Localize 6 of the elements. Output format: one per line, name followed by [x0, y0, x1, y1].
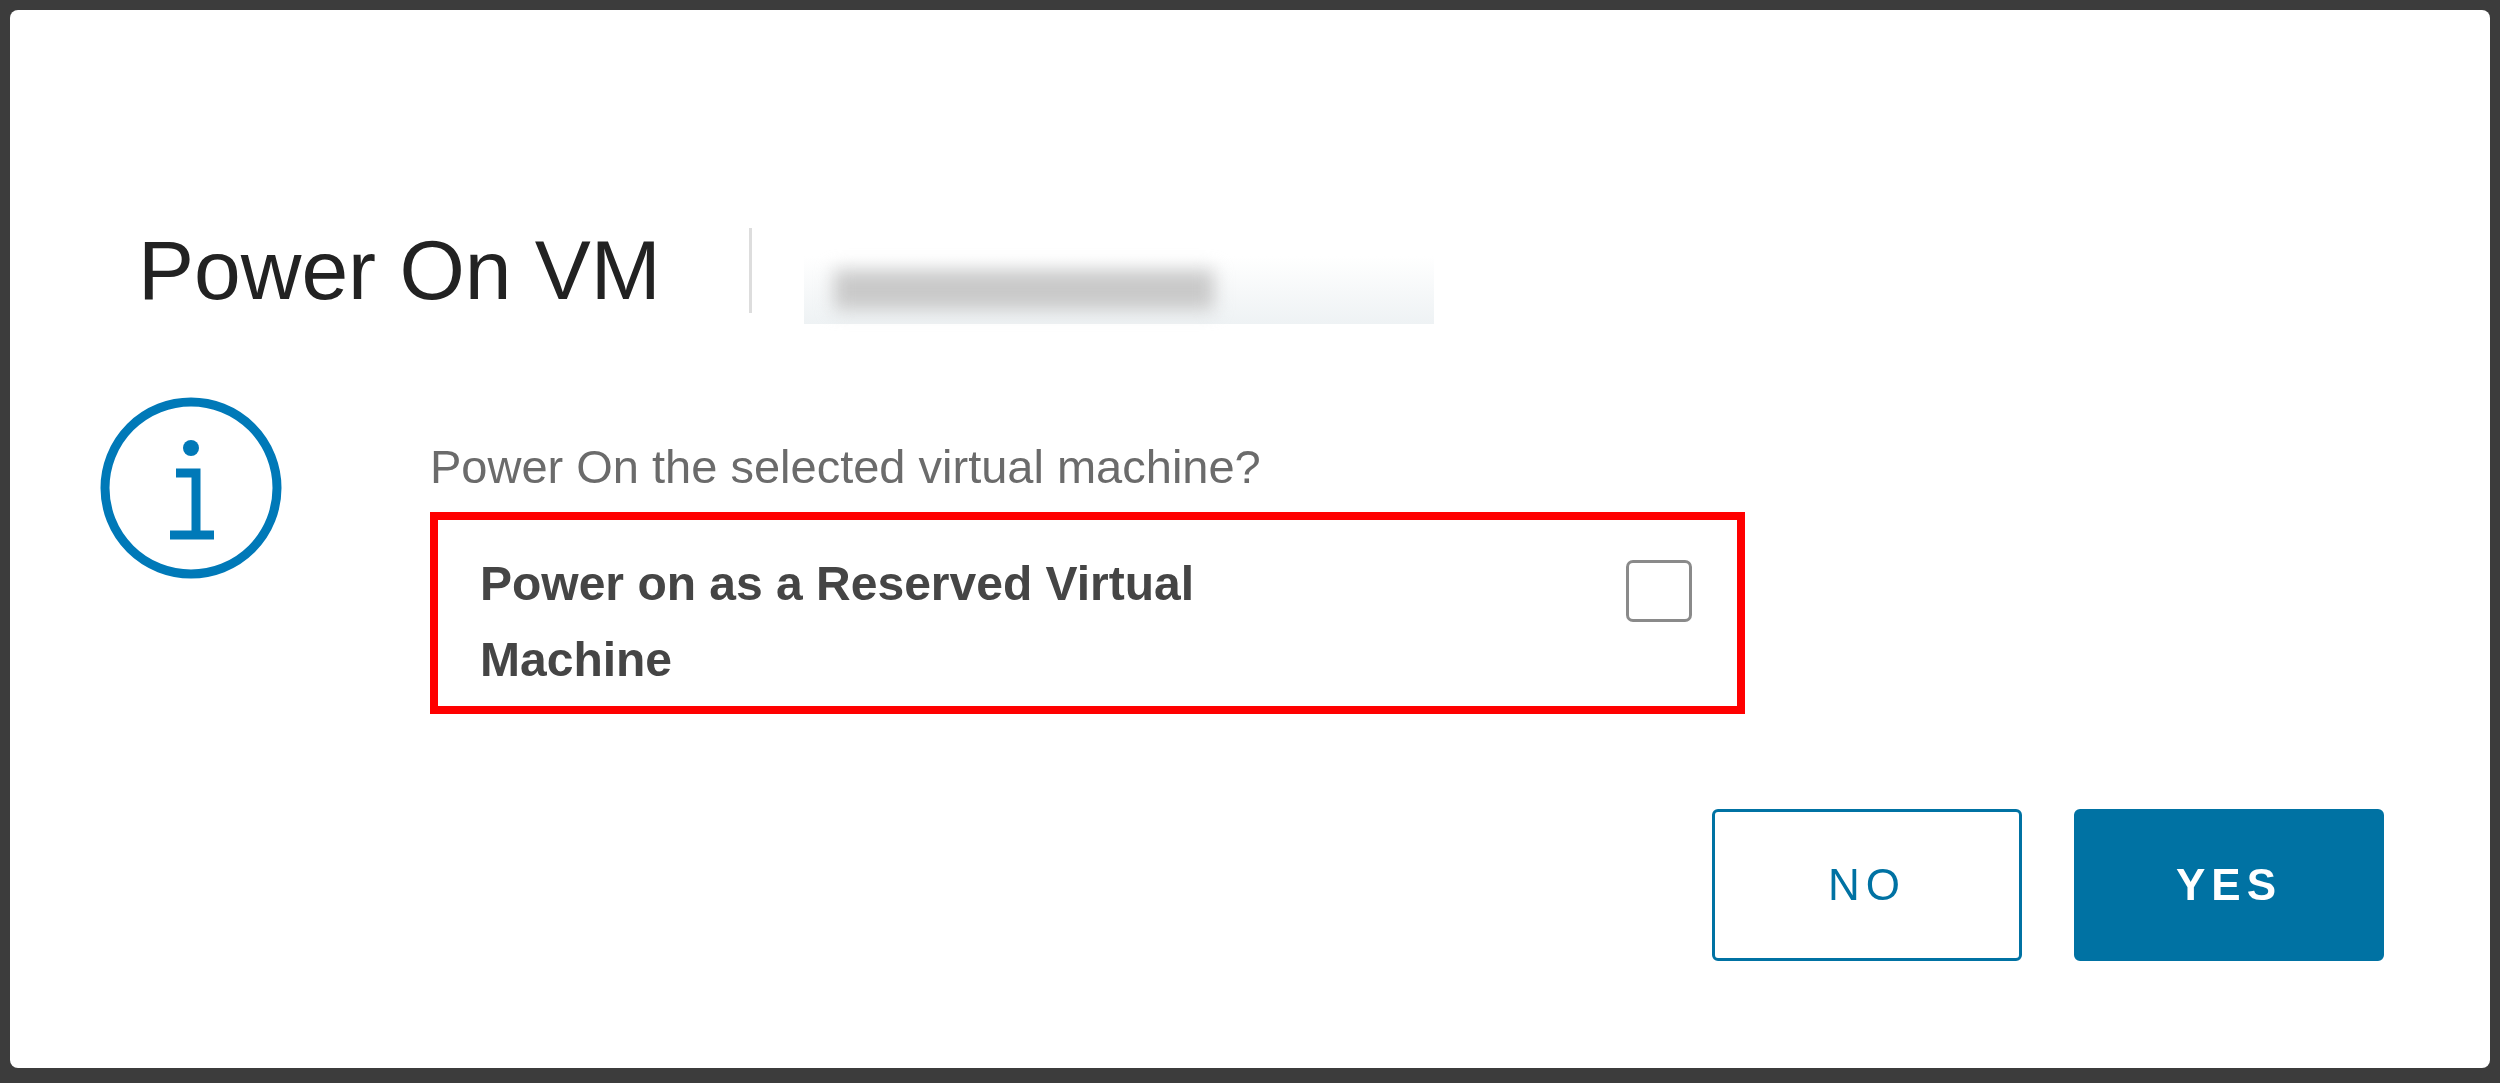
checkbox-label: Power on as a Reserved Virtual Machine — [480, 556, 1196, 688]
dialog-title: Power On VM — [138, 221, 661, 319]
confirm-message: Power On the selected virtual machine? — [430, 443, 1262, 490]
cancel-button[interactable]: NO — [1712, 809, 2022, 961]
reserved-checkbox[interactable] — [1626, 560, 1692, 622]
confirm-button[interactable]: YES — [2074, 809, 2384, 961]
